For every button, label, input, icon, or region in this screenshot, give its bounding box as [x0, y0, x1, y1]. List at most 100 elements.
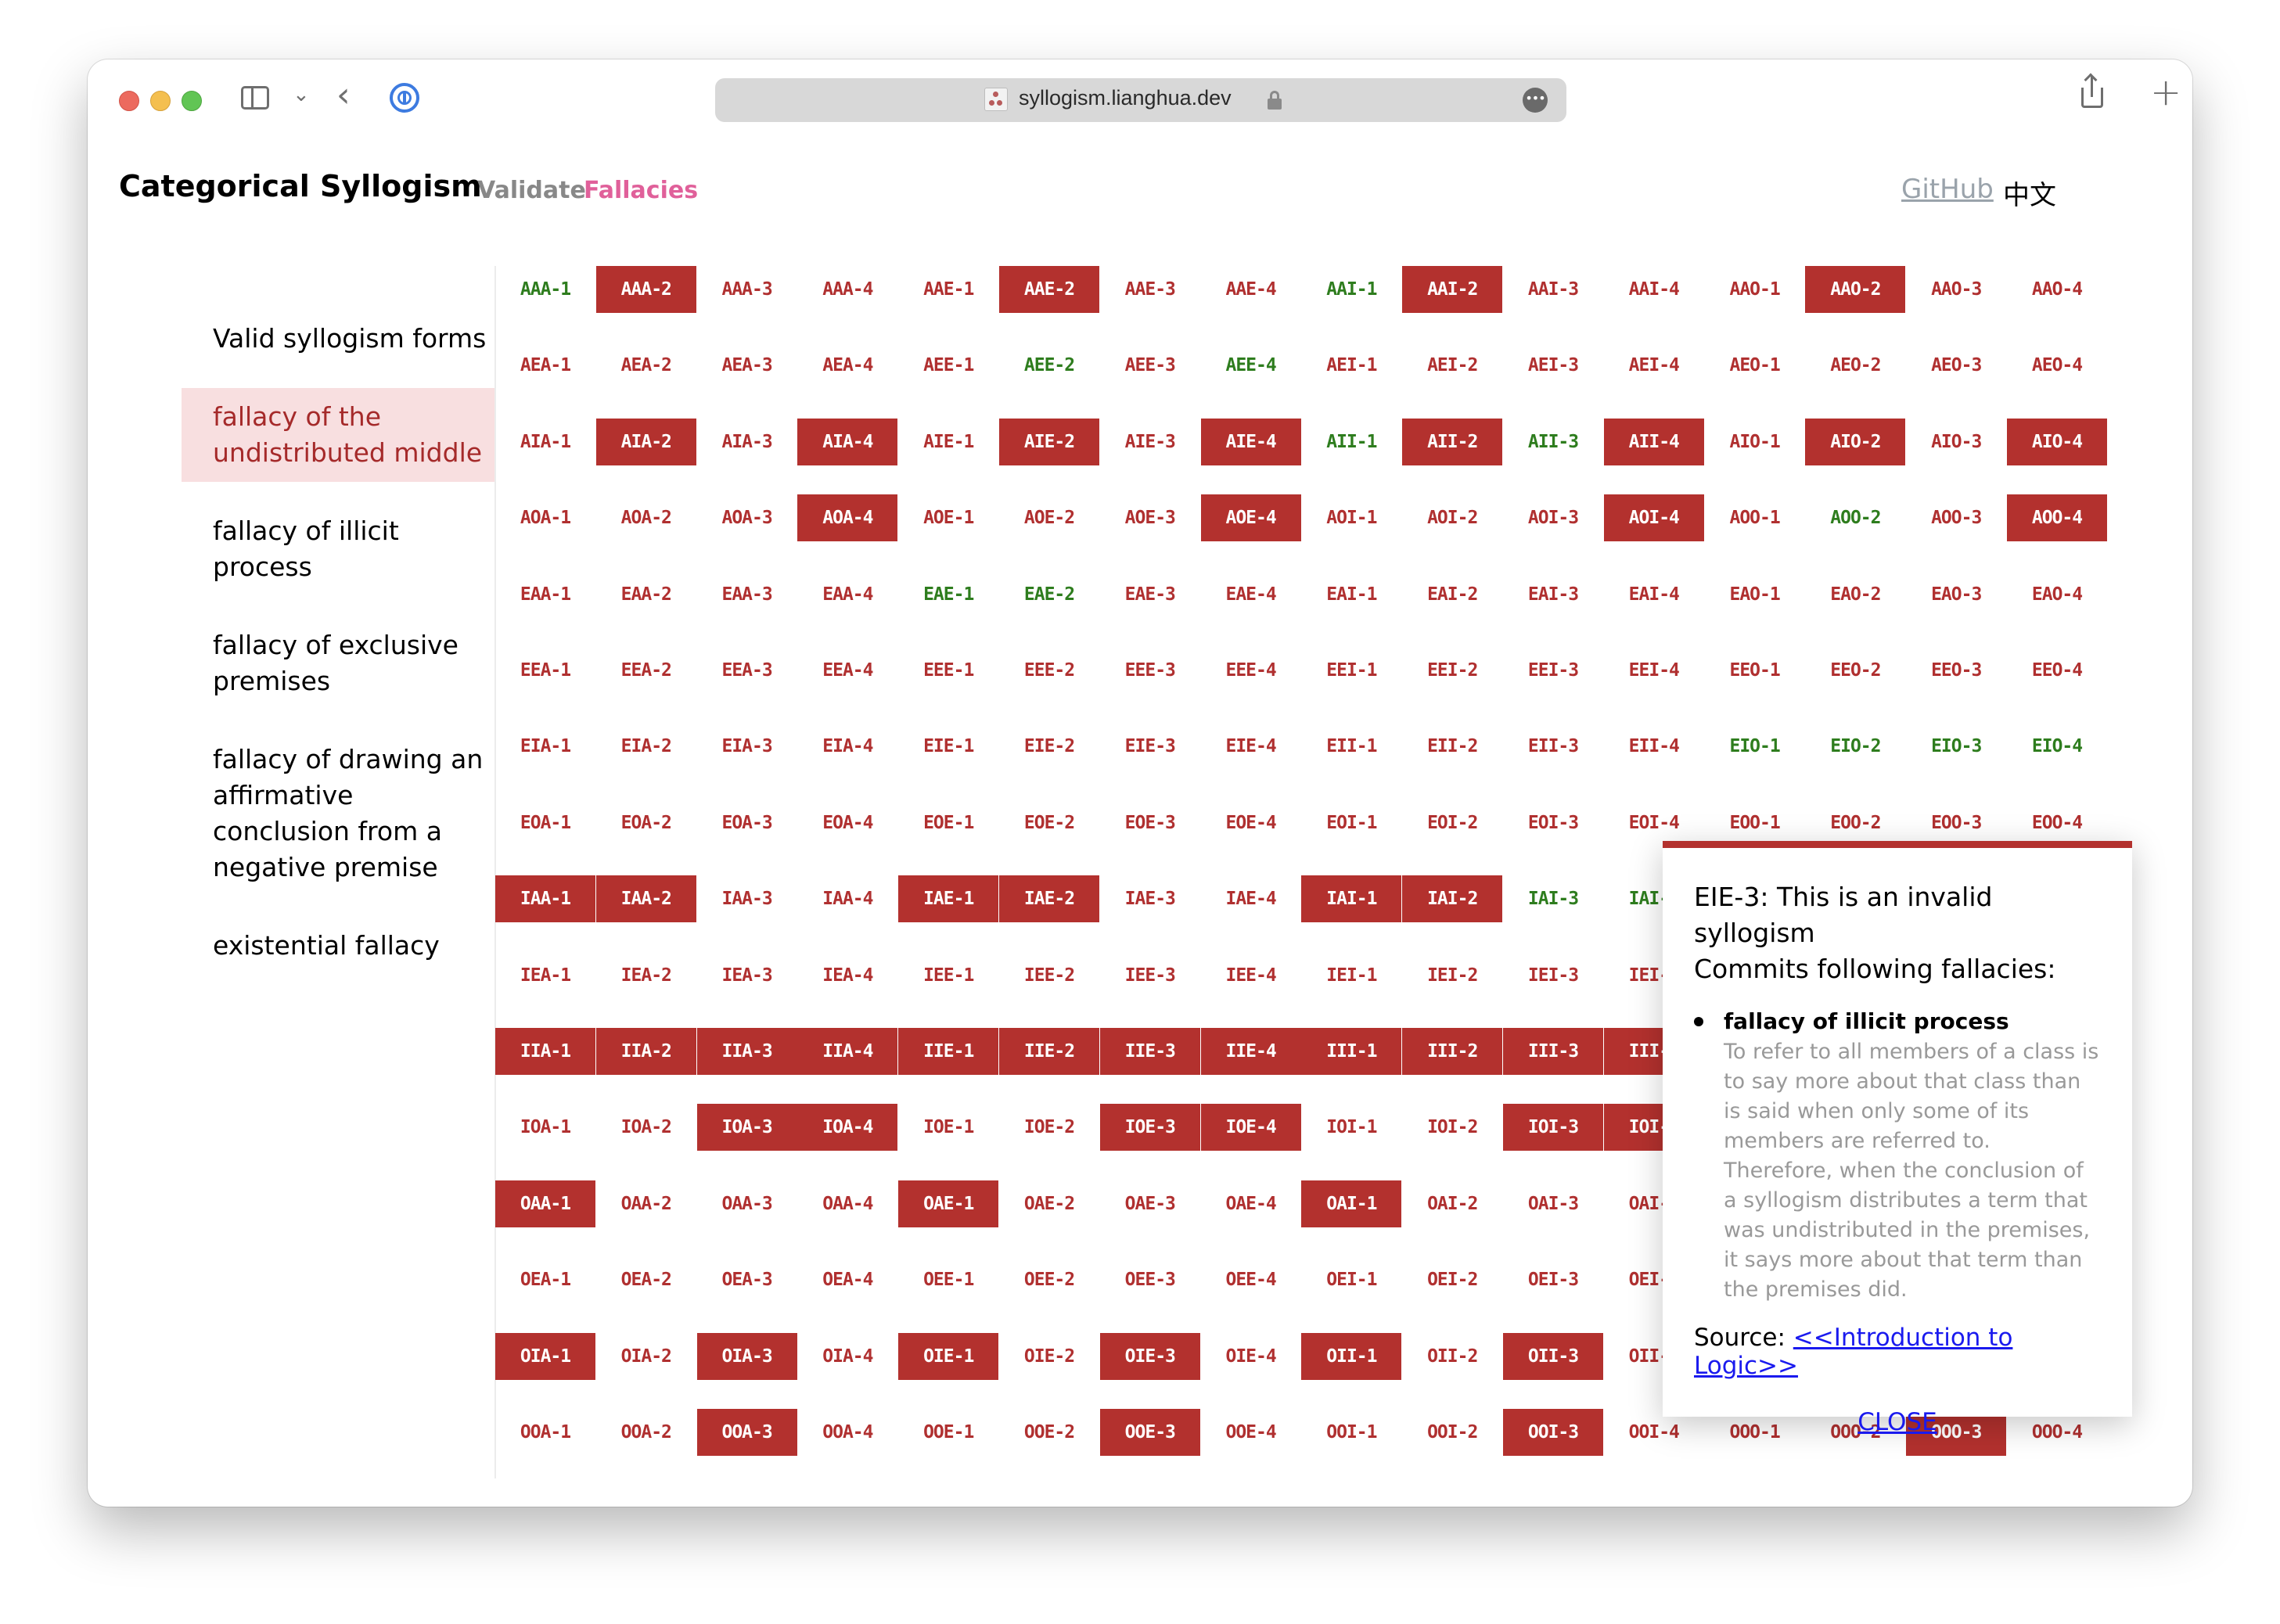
syllogism-cell-aei-4[interactable]: AEI-4 [1604, 342, 1704, 389]
syllogism-cell-iii-3[interactable]: III-3 [1503, 1028, 1603, 1075]
syllogism-cell-iii-2[interactable]: III-2 [1402, 1028, 1503, 1075]
syllogism-cell-iaa-3[interactable]: IAA-3 [697, 875, 797, 922]
syllogism-cell-oia-4[interactable]: OIA-4 [797, 1333, 897, 1380]
syllogism-cell-iae-1[interactable]: IAE-1 [898, 875, 999, 923]
syllogism-cell-aai-4[interactable]: AAI-4 [1604, 266, 1704, 313]
syllogism-cell-eeo-1[interactable]: EEO-1 [1705, 647, 1805, 694]
syllogism-cell-eeo-4[interactable]: EEO-4 [2007, 647, 2107, 694]
sidebar-item-exclusive-premises[interactable]: fallacy of exclusive premises [182, 616, 494, 710]
syllogism-cell-aoi-4[interactable]: AOI-4 [1603, 494, 1704, 542]
syllogism-cell-aoe-3[interactable]: AOE-3 [1100, 494, 1200, 541]
syllogism-cell-oei-3[interactable]: OEI-3 [1503, 1256, 1603, 1303]
syllogism-cell-eoo-3[interactable]: EOO-3 [1906, 799, 2006, 846]
syllogism-cell-eei-3[interactable]: EEI-3 [1503, 647, 1603, 694]
syllogism-cell-eao-3[interactable]: EAO-3 [1906, 571, 2006, 618]
syllogism-cell-aae-1[interactable]: AAE-1 [898, 266, 998, 313]
syllogism-cell-eoi-1[interactable]: EOI-1 [1301, 799, 1401, 846]
syllogism-cell-aei-1[interactable]: AEI-1 [1301, 342, 1401, 389]
syllogism-cell-oia-2[interactable]: OIA-2 [596, 1333, 696, 1380]
syllogism-cell-eia-3[interactable]: EIA-3 [697, 723, 797, 770]
syllogism-cell-aia-1[interactable]: AIA-1 [495, 419, 595, 465]
syllogism-cell-iie-1[interactable]: IIE-1 [898, 1028, 999, 1075]
syllogism-cell-aii-1[interactable]: AII-1 [1301, 419, 1401, 465]
syllogism-cell-eio-3[interactable]: EIO-3 [1906, 723, 2006, 770]
syllogism-cell-iee-1[interactable]: IEE-1 [898, 952, 998, 999]
syllogism-cell-eaa-2[interactable]: EAA-2 [596, 571, 696, 618]
syllogism-cell-eae-3[interactable]: EAE-3 [1100, 571, 1200, 618]
syllogism-cell-iae-2[interactable]: IAE-2 [999, 875, 1099, 923]
syllogism-cell-aeo-4[interactable]: AEO-4 [2007, 342, 2107, 389]
syllogism-cell-eae-4[interactable]: EAE-4 [1201, 571, 1301, 618]
syllogism-cell-iai-3[interactable]: IAI-3 [1503, 875, 1603, 922]
syllogism-cell-iie-3[interactable]: IIE-3 [1099, 1028, 1200, 1075]
syllogism-cell-aai-3[interactable]: AAI-3 [1503, 266, 1603, 313]
syllogism-cell-aie-3[interactable]: AIE-3 [1100, 419, 1200, 465]
syllogism-cell-aee-4[interactable]: AEE-4 [1201, 342, 1301, 389]
syllogism-cell-oea-4[interactable]: OEA-4 [797, 1256, 897, 1303]
syllogism-cell-aie-1[interactable]: AIE-1 [898, 419, 998, 465]
syllogism-cell-eeo-2[interactable]: EEO-2 [1805, 647, 1905, 694]
syllogism-cell-eaa-1[interactable]: EAA-1 [495, 571, 595, 618]
syllogism-cell-iea-4[interactable]: IEA-4 [797, 952, 897, 999]
syllogism-cell-aie-2[interactable]: AIE-2 [999, 418, 1099, 465]
sidebar-item-valid-forms[interactable]: Valid syllogism forms [182, 310, 494, 368]
syllogism-cell-aoo-2[interactable]: AOO-2 [1805, 494, 1905, 541]
syllogism-cell-eie-4[interactable]: EIE-4 [1201, 723, 1301, 770]
syllogism-cell-aoi-3[interactable]: AOI-3 [1503, 494, 1603, 541]
syllogism-cell-eei-2[interactable]: EEI-2 [1402, 647, 1502, 694]
syllogism-cell-iia-1[interactable]: IIA-1 [495, 1028, 595, 1075]
syllogism-cell-ioi-1[interactable]: IOI-1 [1301, 1104, 1401, 1151]
syllogism-cell-oie-1[interactable]: OIE-1 [898, 1332, 999, 1380]
syllogism-cell-oee-1[interactable]: OEE-1 [898, 1256, 998, 1303]
syllogism-cell-ooe-2[interactable]: OOE-2 [999, 1409, 1099, 1456]
syllogism-cell-oei-2[interactable]: OEI-2 [1402, 1256, 1502, 1303]
syllogism-cell-aio-2[interactable]: AIO-2 [1805, 418, 1906, 465]
syllogism-cell-oae-4[interactable]: OAE-4 [1201, 1180, 1301, 1227]
syllogism-cell-aaa-1[interactable]: AAA-1 [495, 266, 595, 313]
new-tab-icon[interactable]: + [2150, 70, 2181, 114]
syllogism-cell-ioa-3[interactable]: IOA-3 [696, 1104, 797, 1152]
syllogism-cell-ooa-4[interactable]: OOA-4 [797, 1409, 897, 1456]
close-dialog-button[interactable]: CLOSE [1694, 1408, 2101, 1436]
syllogism-cell-iei-1[interactable]: IEI-1 [1301, 952, 1401, 999]
syllogism-cell-aeo-1[interactable]: AEO-1 [1705, 342, 1805, 389]
syllogism-cell-oii-1[interactable]: OII-1 [1301, 1332, 1402, 1380]
syllogism-cell-oea-1[interactable]: OEA-1 [495, 1256, 595, 1303]
syllogism-cell-iia-2[interactable]: IIA-2 [595, 1028, 696, 1075]
syllogism-cell-aao-2[interactable]: AAO-2 [1805, 266, 1906, 313]
syllogism-cell-eie-1[interactable]: EIE-1 [898, 723, 998, 770]
syllogism-cell-ioe-3[interactable]: IOE-3 [1099, 1104, 1200, 1152]
syllogism-cell-eoi-2[interactable]: EOI-2 [1402, 799, 1502, 846]
syllogism-cell-eea-3[interactable]: EEA-3 [697, 647, 797, 694]
syllogism-cell-eoi-3[interactable]: EOI-3 [1503, 799, 1603, 846]
syllogism-cell-ioi-2[interactable]: IOI-2 [1402, 1104, 1502, 1151]
syllogism-cell-iae-3[interactable]: IAE-3 [1100, 875, 1200, 922]
syllogism-cell-eee-4[interactable]: EEE-4 [1201, 647, 1301, 694]
syllogism-cell-ioi-3[interactable]: IOI-3 [1503, 1104, 1603, 1152]
syllogism-cell-ioe-4[interactable]: IOE-4 [1200, 1104, 1301, 1152]
syllogism-cell-ooe-4[interactable]: OOE-4 [1201, 1409, 1301, 1456]
syllogism-cell-eea-1[interactable]: EEA-1 [495, 647, 595, 694]
syllogism-cell-eai-1[interactable]: EAI-1 [1301, 571, 1401, 618]
syllogism-cell-aae-3[interactable]: AAE-3 [1100, 266, 1200, 313]
address-bar[interactable]: syllogism.lianghua.dev ••• [715, 78, 1566, 122]
syllogism-cell-eoo-4[interactable]: EOO-4 [2007, 799, 2107, 846]
syllogism-cell-oii-2[interactable]: OII-2 [1402, 1333, 1502, 1380]
syllogism-cell-eoe-1[interactable]: EOE-1 [898, 799, 998, 846]
syllogism-cell-iaa-1[interactable]: IAA-1 [495, 875, 595, 923]
syllogism-cell-aoo-3[interactable]: AOO-3 [1906, 494, 2006, 541]
syllogism-cell-eoi-4[interactable]: EOI-4 [1604, 799, 1704, 846]
syllogism-cell-iae-4[interactable]: IAE-4 [1201, 875, 1301, 922]
syllogism-cell-oaa-3[interactable]: OAA-3 [697, 1180, 797, 1227]
syllogism-cell-oea-2[interactable]: OEA-2 [596, 1256, 696, 1303]
syllogism-cell-eee-3[interactable]: EEE-3 [1100, 647, 1200, 694]
syllogism-cell-aaa-2[interactable]: AAA-2 [595, 266, 696, 313]
syllogism-cell-aeo-3[interactable]: AEO-3 [1906, 342, 2006, 389]
nav-fallacies[interactable]: Fallacies [584, 177, 698, 204]
syllogism-cell-ooi-2[interactable]: OOI-2 [1402, 1409, 1502, 1456]
syllogism-cell-aoa-4[interactable]: AOA-4 [797, 494, 898, 542]
sidebar-item-existential-fallacy[interactable]: existential fallacy [182, 917, 494, 975]
syllogism-cell-eeo-3[interactable]: EEO-3 [1906, 647, 2006, 694]
syllogism-cell-aao-1[interactable]: AAO-1 [1705, 266, 1805, 313]
syllogism-cell-oaa-2[interactable]: OAA-2 [596, 1180, 696, 1227]
